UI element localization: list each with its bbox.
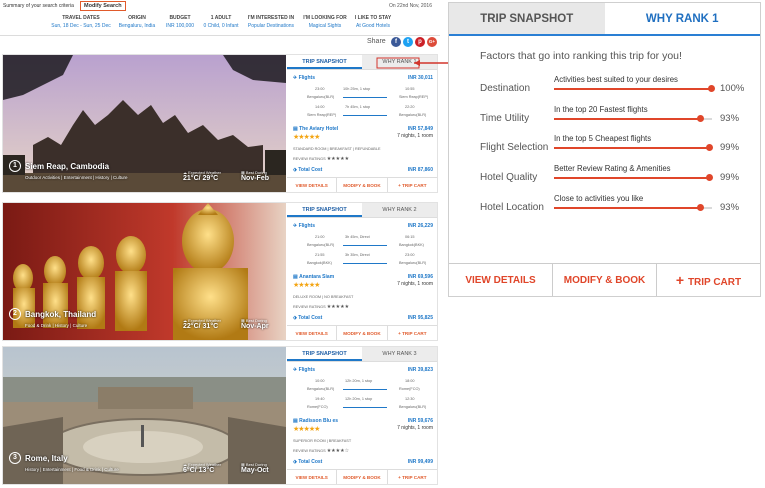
factor-score-fill — [554, 88, 712, 90]
factor-score-knob — [706, 174, 714, 181]
factor-description: Close to activities you like — [554, 194, 644, 203]
factor-score-track — [554, 204, 712, 211]
factor-description: Activities best suited to your desires — [554, 75, 678, 84]
factor-row: Destination Activities best suited to you… — [480, 75, 752, 97]
factor-percentage: 93% — [720, 113, 740, 124]
tab-trip-snapshot[interactable]: TRIP SNAPSHOT — [449, 3, 605, 34]
factor-score-track — [554, 115, 712, 122]
factor-score-knob — [696, 115, 704, 122]
factor-score-fill — [554, 207, 701, 209]
factor-score-track — [554, 174, 714, 181]
factor-score-fill — [554, 147, 711, 149]
factor-name: Destination — [480, 83, 531, 94]
factor-score-knob — [696, 204, 704, 211]
factor-score-fill — [554, 118, 701, 120]
factors-title: Factors that go into ranking this trip f… — [480, 50, 682, 62]
factor-row: Hotel Quality Better Review Rating & Amen… — [480, 164, 752, 186]
factor-row: Flight Selection In the top 5 Cheapest fl… — [480, 134, 752, 156]
factor-score-knob — [706, 144, 714, 151]
factor-row: Time Utility In the top 20 Fastest flight… — [480, 105, 752, 127]
factor-name: Hotel Location — [480, 202, 544, 213]
trip-cart-button[interactable]: + TRIP CART — [657, 264, 760, 296]
factor-percentage: 100% — [720, 83, 745, 94]
factor-name: Time Utility — [480, 113, 530, 124]
factor-name: Hotel Quality — [480, 172, 538, 183]
why-rank-panel: TRIP SNAPSHOT WHY RANK 1 Factors that go… — [448, 2, 761, 297]
factor-percentage: 99% — [720, 172, 740, 183]
tab-why-rank[interactable]: WHY RANK 1 — [605, 3, 761, 34]
factor-row: Hotel Location Close to activities you li… — [480, 194, 752, 216]
factor-score-track — [554, 85, 715, 92]
factor-description: In the top 5 Cheapest flights — [554, 134, 652, 143]
plus-icon: + — [675, 272, 688, 288]
view-details-button[interactable]: VIEW DETAILS — [449, 264, 553, 296]
factor-score-fill — [554, 177, 711, 179]
factor-score-track — [554, 144, 714, 151]
factor-percentage: 93% — [720, 202, 740, 213]
factor-score-knob — [708, 85, 715, 92]
factor-name: Flight Selection — [480, 142, 549, 153]
factor-percentage: 99% — [720, 142, 740, 153]
modify-book-button[interactable]: MODIFY & BOOK — [553, 264, 657, 296]
factor-description: In the top 20 Fastest flights — [554, 105, 648, 114]
factor-description: Better Review Rating & Amenities — [554, 164, 671, 173]
